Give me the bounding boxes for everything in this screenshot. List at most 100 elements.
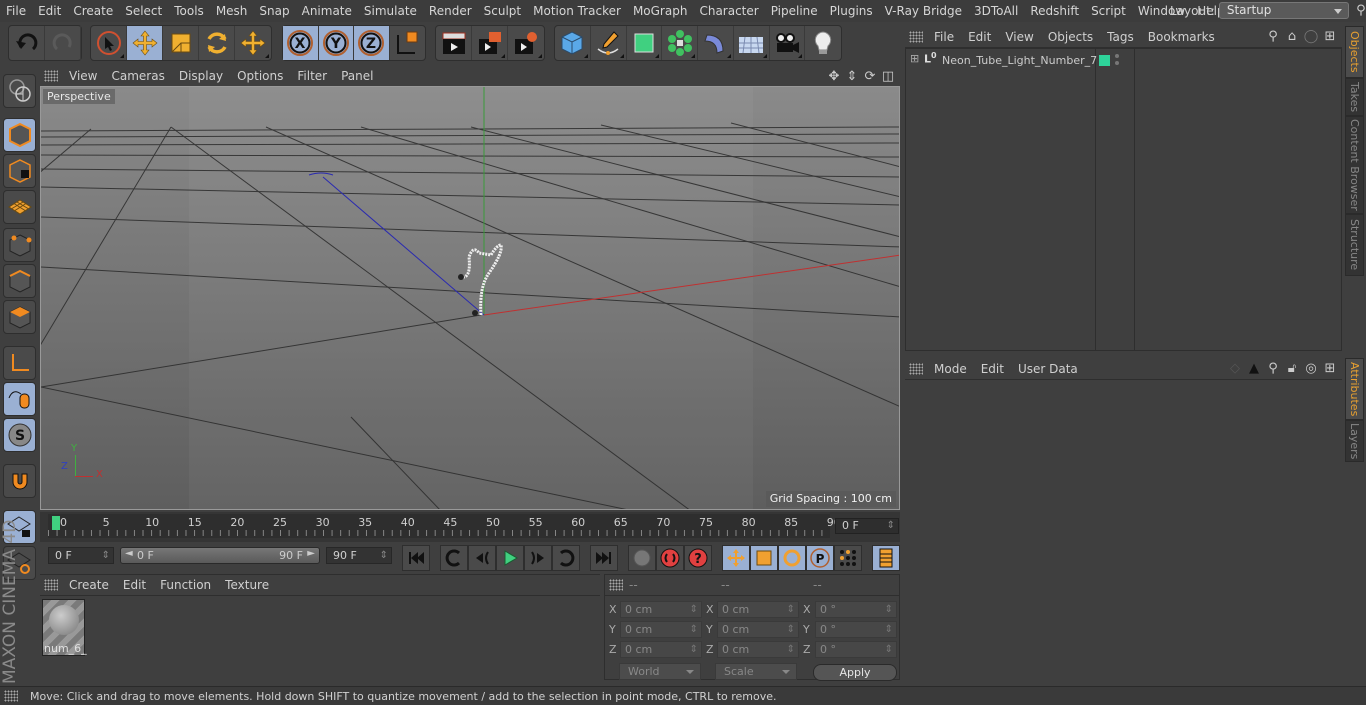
object-row[interactable]: ⊞ L0 Neon_Tube_Light_Number_7 — [906, 51, 1342, 71]
menu-select[interactable]: Select — [119, 0, 168, 22]
size-x-field[interactable]: 0 cm — [717, 601, 799, 618]
menu-file[interactable]: File — [0, 0, 32, 22]
next-keyframe-button[interactable] — [552, 545, 580, 571]
object-menu-view[interactable]: View — [998, 30, 1040, 44]
new-window-icon[interactable]: ⊞ — [1322, 28, 1338, 44]
coordinate-mode-dropdown[interactable]: World — [619, 663, 701, 680]
object-menu-bookmarks[interactable]: Bookmarks — [1141, 30, 1222, 44]
eye-icon[interactable]: ◯ — [1303, 28, 1319, 44]
go-to-end-button[interactable] — [590, 545, 618, 571]
viewport-menu-view[interactable]: View — [62, 69, 104, 83]
layout-dropdown[interactable]: Startup — [1218, 2, 1349, 19]
apply-button[interactable]: Apply — [813, 664, 897, 681]
pen-button[interactable] — [591, 26, 627, 60]
grip-handle[interactable] — [909, 362, 923, 375]
snap-button[interactable] — [3, 464, 36, 498]
target-icon[interactable]: ◎ — [1303, 360, 1319, 376]
menu-create[interactable]: Create — [67, 0, 119, 22]
render-settings-button[interactable] — [508, 26, 544, 60]
maximize-view-icon[interactable]: ◫ — [880, 68, 896, 84]
autokey-button[interactable] — [656, 545, 684, 571]
camera-button[interactable] — [770, 26, 806, 60]
start-frame-field[interactable]: 0 F — [48, 547, 114, 564]
search-icon[interactable]: ⚲ — [1265, 28, 1281, 44]
rotation-h-field[interactable]: 0 ° — [815, 601, 897, 618]
tab-attributes[interactable]: Attributes — [1345, 358, 1364, 420]
position-y-field[interactable]: 0 cm — [620, 621, 702, 638]
subdivision-button[interactable] — [627, 26, 663, 60]
workplane-mode-button[interactable] — [3, 74, 36, 108]
key-pla-button[interactable] — [834, 545, 862, 571]
scale-button[interactable] — [163, 26, 199, 60]
editor-visibility-dot[interactable] — [1115, 54, 1119, 58]
grip-handle[interactable] — [909, 30, 923, 43]
menu-snap[interactable]: Snap — [253, 0, 295, 22]
attribute-menu-edit[interactable]: Edit — [974, 362, 1011, 376]
new-window-icon[interactable]: ⊞ — [1322, 360, 1338, 376]
move-tool-button[interactable] — [235, 26, 271, 60]
model-mode-button[interactable] — [3, 118, 36, 152]
light-button[interactable] — [805, 26, 841, 60]
lock-icon[interactable]: 🔓︎ — [1284, 360, 1300, 376]
cloner-button[interactable] — [662, 26, 698, 60]
timeline-ruler[interactable]: 0 5 10 15 20 25 30 35 40 45 50 55 60 65 70 75 80 85 90 — [48, 514, 841, 538]
3d-viewport[interactable]: Perspective Y X Z Grid Spacing : 100 cm — [40, 86, 900, 510]
menu-3dtoall[interactable]: 3DToAll — [968, 0, 1024, 22]
cube-button[interactable] — [555, 26, 591, 60]
coordinate-system-button[interactable] — [390, 26, 425, 60]
tweak-mode-button[interactable] — [3, 382, 36, 416]
key-scale-button[interactable] — [750, 545, 778, 571]
viewport-menu-panel[interactable]: Panel — [334, 69, 380, 83]
current-frame-field[interactable]: 0 F — [835, 518, 899, 534]
menu-sculpt[interactable]: Sculpt — [478, 0, 527, 22]
material-menu-create[interactable]: Create — [62, 578, 116, 592]
material-swatch[interactable]: num_6_ — [42, 599, 87, 656]
menu-pipeline[interactable]: Pipeline — [765, 0, 824, 22]
grip-handle[interactable] — [4, 690, 18, 702]
render-view-button[interactable] — [436, 26, 472, 60]
camera-label[interactable]: Perspective — [43, 89, 115, 104]
x-axis-lock-button[interactable]: X — [283, 26, 319, 60]
position-x-field[interactable]: 0 cm — [620, 601, 702, 618]
edges-mode-button[interactable] — [3, 264, 36, 298]
menu-edit[interactable]: Edit — [32, 0, 67, 22]
menu-render[interactable]: Render — [423, 0, 478, 22]
workplane-button[interactable] — [3, 190, 36, 224]
object-menu-file[interactable]: File — [927, 30, 961, 44]
tab-structure[interactable]: Structure — [1345, 214, 1364, 276]
size-mode-dropdown[interactable]: Scale — [715, 663, 797, 680]
tab-objects[interactable]: Objects — [1345, 26, 1364, 78]
points-mode-button[interactable] — [3, 228, 36, 262]
attribute-menu-user-data[interactable]: User Data — [1011, 362, 1085, 376]
record-keys-button[interactable] — [628, 545, 656, 571]
end-frame-field[interactable]: 90 F — [326, 547, 392, 564]
material-menu-edit[interactable]: Edit — [116, 578, 153, 592]
menu-motion-tracker[interactable]: Motion Tracker — [527, 0, 627, 22]
up-arrow-icon[interactable]: ▲ — [1246, 360, 1262, 376]
grip-handle[interactable] — [44, 70, 58, 82]
playhead[interactable] — [52, 516, 60, 530]
size-y-field[interactable]: 0 cm — [717, 621, 799, 638]
render-visibility-dot[interactable] — [1115, 61, 1119, 65]
grip-handle[interactable] — [44, 579, 58, 591]
keyframe-selection-button[interactable]: ? — [684, 545, 712, 571]
frame-range-slider[interactable]: ◄ 0 F 90 F ► — [120, 547, 320, 564]
menu-plugins[interactable]: Plugins — [824, 0, 879, 22]
object-menu-tags[interactable]: Tags — [1100, 30, 1141, 44]
texture-mode-button[interactable] — [3, 154, 36, 188]
object-name[interactable]: Neon_Tube_Light_Number_7 — [942, 54, 1097, 67]
rotate-button[interactable] — [199, 26, 235, 60]
menu-mograph[interactable]: MoGraph — [627, 0, 694, 22]
size-z-field[interactable]: 0 cm — [717, 641, 799, 658]
attribute-menu-mode[interactable]: Mode — [927, 362, 974, 376]
tab-layers[interactable]: Layers — [1345, 420, 1364, 462]
key-parameter-button[interactable]: P — [806, 545, 834, 571]
next-frame-button[interactable] — [524, 545, 552, 571]
tab-takes[interactable]: Takes — [1345, 78, 1364, 116]
object-menu-objects[interactable]: Objects — [1041, 30, 1100, 44]
menu-redshift[interactable]: Redshift — [1024, 0, 1085, 22]
expand-icon[interactable]: ⊞ — [910, 52, 919, 65]
redo-button[interactable] — [45, 26, 81, 60]
live-selection-button[interactable] — [91, 26, 127, 60]
menu-simulate[interactable]: Simulate — [358, 0, 423, 22]
